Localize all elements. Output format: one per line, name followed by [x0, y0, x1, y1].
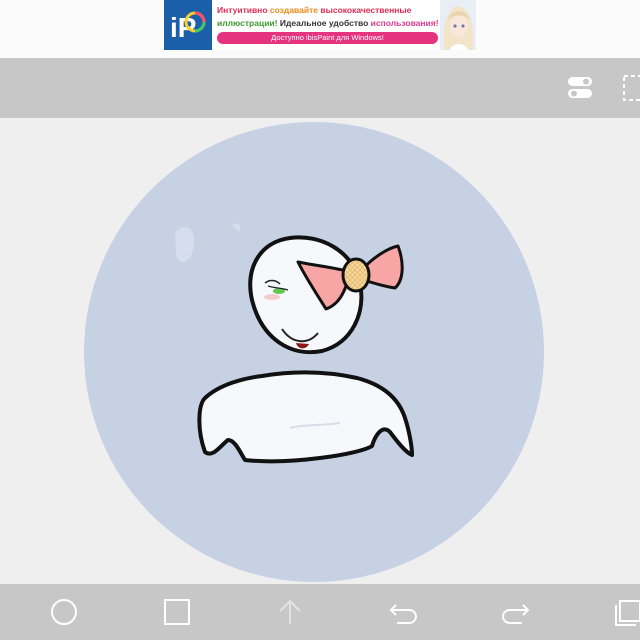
square-icon — [164, 599, 190, 625]
bow-knot — [341, 257, 371, 293]
drawing-canvas[interactable] — [0, 118, 640, 584]
toggle-switch-icon[interactable] — [566, 74, 594, 102]
undo-icon — [389, 604, 418, 624]
blush — [264, 294, 280, 300]
up-arrow-icon — [279, 599, 301, 624]
ad-text-segment: Идеальное удобство — [279, 18, 371, 28]
ad-cta-button[interactable]: Доступно ibisPaint для Windows! — [217, 32, 438, 44]
undo-button[interactable] — [387, 596, 419, 628]
ad-banner[interactable]: iP Интуитивно создавайте высококачествен… — [164, 0, 476, 50]
circle-icon — [51, 599, 77, 625]
ellipse-tool-button[interactable] — [48, 596, 80, 628]
selection-frame-icon[interactable] — [622, 74, 640, 102]
ad-headline-line1: Интуитивно создавайте высококачественные — [217, 5, 411, 15]
ad-text-segment: иллюстрации! — [217, 18, 280, 28]
ad-text-segment: создавайте — [269, 5, 321, 15]
redo-button[interactable] — [500, 596, 532, 628]
artwork — [84, 122, 544, 582]
ad-logo-text: iP — [170, 12, 196, 43]
ad-text-segment: высококачественные — [320, 5, 412, 15]
layers-icon — [619, 600, 640, 622]
ad-headline-line2: иллюстрации! Идеальное удобство использо… — [217, 18, 439, 28]
ad-text-segment: использования! — [370, 18, 439, 28]
ad-text-segment: Интуитивно — [217, 5, 270, 15]
ad-character-image — [440, 0, 476, 50]
ad-bar: iP Интуитивно создавайте высококачествен… — [0, 0, 640, 58]
up-arrow-button[interactable] — [274, 596, 306, 628]
ibispaint-logo: iP — [164, 0, 212, 50]
bottom-toolbar — [0, 584, 640, 640]
rectangle-tool-button[interactable] — [161, 596, 193, 628]
redo-icon — [501, 604, 530, 624]
top-toolbar — [0, 58, 640, 118]
layers-button[interactable] — [612, 596, 640, 628]
